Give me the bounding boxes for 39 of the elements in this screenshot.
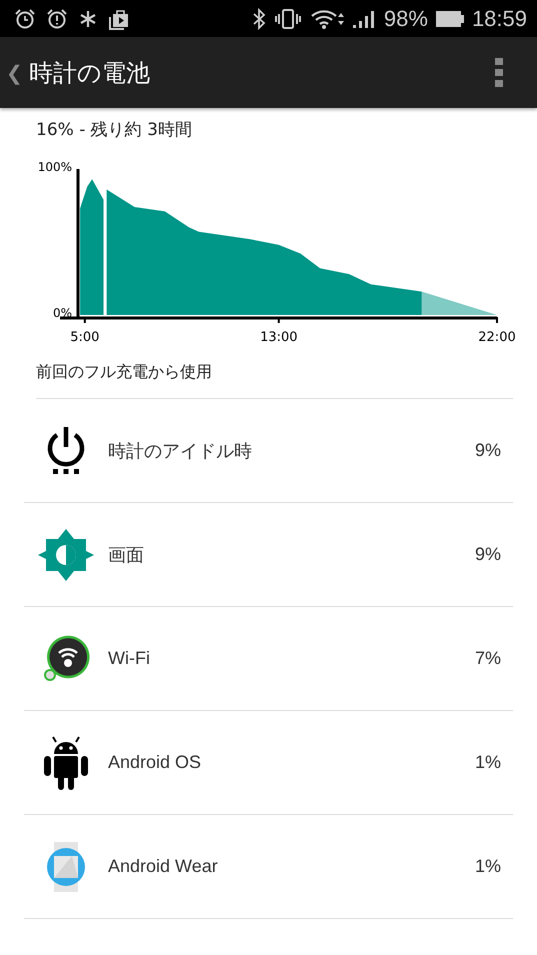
x-tick-label: 22:00 xyxy=(478,330,516,344)
battery-percent: 98% xyxy=(384,6,428,32)
usage-percent: 9% xyxy=(474,440,502,461)
usage-percent: 7% xyxy=(474,648,502,669)
usage-row[interactable]: Android Wear 1% xyxy=(24,815,513,919)
app-name: Android Wear xyxy=(108,856,219,877)
alarm-alert-icon xyxy=(46,8,68,30)
vibrate-icon xyxy=(274,8,302,30)
asterisk-icon xyxy=(78,8,98,28)
alarm-icon xyxy=(14,8,36,30)
usage-row[interactable]: 画面 9% xyxy=(24,503,513,607)
usage-row[interactable]: 時計のアイドル時 9% xyxy=(24,399,513,503)
usage-row[interactable]: Android OS 1% xyxy=(24,711,513,815)
app-name: Android OS xyxy=(108,752,202,773)
wifi-pin-icon xyxy=(41,634,91,684)
app-name: 時計のアイドル時 xyxy=(108,440,253,462)
x-tick-label: 13:00 xyxy=(260,330,298,344)
battery-icon xyxy=(436,10,464,28)
app-name: Wi-Fi xyxy=(108,648,151,669)
usage-percent: 9% xyxy=(474,544,502,565)
app-name: 画面 xyxy=(108,544,145,566)
wifi-icon xyxy=(310,8,344,30)
bluetooth-icon xyxy=(252,8,266,30)
brightness-icon xyxy=(38,526,94,582)
clock: 18:59 xyxy=(472,6,527,32)
overflow-menu-icon[interactable] xyxy=(495,58,503,88)
usage-percent: 1% xyxy=(474,856,502,877)
android-robot-icon xyxy=(41,734,91,792)
back-button[interactable]: ❮ xyxy=(4,60,29,84)
y-tick-label: 100% xyxy=(38,160,72,174)
usage-row[interactable]: Wi-Fi 7% xyxy=(24,607,513,711)
smartwatch-icon xyxy=(45,842,87,892)
store-bag-icon xyxy=(108,8,130,30)
usage-percent: 1% xyxy=(474,752,502,773)
y-tick-label: 0% xyxy=(52,306,72,320)
page-title: 時計の電池 xyxy=(28,58,151,88)
section-title: 前回のフル充電から使用 xyxy=(36,362,513,399)
battery-summary: 16% - 残り約 3時間 xyxy=(36,119,193,141)
x-tick-label: 5:00 xyxy=(70,330,100,344)
